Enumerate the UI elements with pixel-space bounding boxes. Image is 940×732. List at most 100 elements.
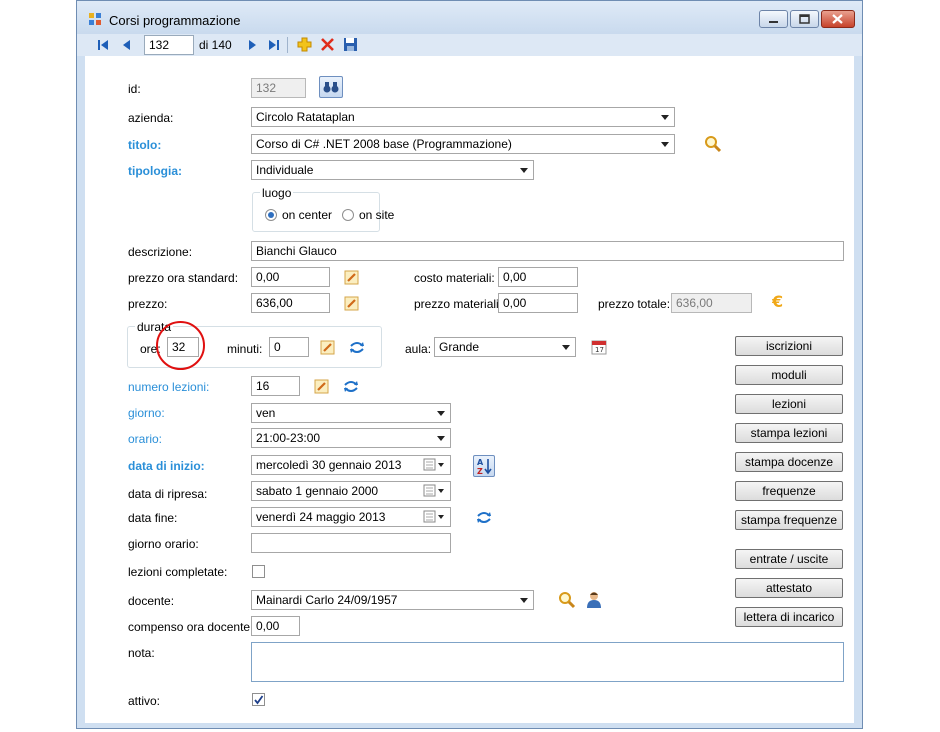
aula-combo[interactable]: Grande — [434, 337, 576, 357]
tipologia-label: tipologia: — [128, 164, 182, 178]
tipologia-combo[interactable]: Individuale — [251, 160, 534, 180]
stampa-docenze-button[interactable]: stampa docenze — [735, 452, 843, 472]
chevron-down-icon — [437, 436, 445, 441]
nota-label: nota: — [128, 646, 155, 660]
azienda-value: Circolo Ratataplan — [256, 110, 355, 124]
tipologia-value: Individuale — [256, 163, 314, 177]
numero-lezioni-label: numero lezioni: — [128, 380, 210, 394]
prezzo-materiali-label: prezzo materiali: — [414, 297, 503, 311]
prev-record-icon[interactable] — [122, 38, 132, 52]
minuti-field[interactable]: 0 — [269, 337, 309, 357]
checkmark-icon — [254, 695, 264, 705]
next-record-icon[interactable] — [247, 38, 257, 52]
euro-icon: € — [772, 292, 783, 310]
calendar-icon[interactable]: 17 — [591, 339, 607, 355]
svg-text:€: € — [772, 292, 783, 310]
docente-label: docente: — [128, 594, 175, 608]
lettera-incarico-button[interactable]: lettera di incarico — [735, 607, 843, 627]
minuti-label: minuti: — [227, 342, 263, 356]
data-inizio-value: mercoledì 30 gennaio 2013 — [256, 458, 402, 472]
data-ripresa-picker[interactable]: sabato 1 gennaio 2000 — [251, 481, 451, 501]
on-center-radio[interactable] — [265, 209, 277, 221]
chevron-down-icon — [661, 142, 669, 147]
edit-icon[interactable] — [344, 270, 359, 285]
prezzo-totale-label: prezzo totale: — [598, 297, 671, 311]
descrizione-label: descrizione: — [128, 245, 193, 259]
compenso-field[interactable]: 0,00 — [251, 616, 300, 636]
sort-dates-button[interactable]: AZ — [473, 455, 495, 477]
costo-materiali-field[interactable]: 0,00 — [498, 267, 578, 287]
nota-textarea[interactable] — [251, 642, 844, 682]
close-icon — [832, 14, 843, 24]
calendar-dropdown-icon — [423, 458, 444, 471]
titolo-combo[interactable]: Corso di C# .NET 2008 base (Programmazio… — [251, 134, 675, 154]
record-count-label: di 140 — [199, 38, 232, 52]
data-fine-value: venerdì 24 maggio 2013 — [256, 510, 386, 524]
person-icon[interactable] — [586, 591, 602, 608]
attivo-label: attivo: — [128, 694, 161, 708]
giorno-orario-field[interactable] — [251, 533, 451, 553]
data-inizio-picker[interactable]: mercoledì 30 gennaio 2013 — [251, 455, 451, 475]
refresh-icon[interactable] — [349, 340, 365, 355]
orario-combo[interactable]: 21:00-23:00 — [251, 428, 451, 448]
orario-label: orario: — [128, 432, 163, 446]
save-icon[interactable] — [343, 37, 358, 52]
data-ripresa-label: data di ripresa: — [128, 487, 208, 501]
numero-lezioni-field[interactable]: 16 — [251, 376, 300, 396]
prezzo-materiali-field[interactable]: 0,00 — [498, 293, 578, 313]
orario-value: 21:00-23:00 — [256, 431, 321, 445]
calendar-dropdown-icon — [423, 484, 444, 497]
prezzo-field[interactable]: 636,00 — [251, 293, 330, 313]
docente-combo[interactable]: Mainardi Carlo 24/09/1957 — [251, 590, 534, 610]
stampa-lezioni-button[interactable]: stampa lezioni — [735, 423, 843, 443]
app-icon — [89, 13, 101, 25]
search-id-button[interactable] — [319, 76, 343, 98]
frequenze-button[interactable]: frequenze — [735, 481, 843, 501]
maximize-button[interactable] — [790, 10, 819, 28]
edit-icon[interactable] — [314, 379, 329, 394]
binoculars-icon — [323, 82, 339, 93]
attivo-checkbox[interactable] — [252, 693, 265, 706]
attestato-button[interactable]: attestato — [735, 578, 843, 598]
refresh-icon[interactable] — [476, 510, 492, 525]
first-record-icon[interactable] — [97, 38, 109, 52]
giorno-combo[interactable]: ven — [251, 403, 451, 423]
title-bar[interactable]: Corsi programmazione — [77, 1, 862, 34]
moduli-button[interactable]: moduli — [735, 365, 843, 385]
sort-az-icon: AZ — [477, 458, 492, 475]
lezioni-button[interactable]: lezioni — [735, 394, 843, 414]
close-button[interactable] — [821, 10, 855, 28]
form-client-area: id: 132 azienda: Circolo Ratataplan tito… — [85, 56, 854, 723]
lezioni-completate-checkbox[interactable] — [252, 565, 265, 578]
edit-icon[interactable] — [320, 340, 335, 355]
on-site-radio[interactable] — [342, 209, 354, 221]
data-fine-label: data fine: — [128, 511, 178, 525]
delete-icon[interactable] — [320, 37, 335, 52]
data-fine-picker[interactable]: venerdì 24 maggio 2013 — [251, 507, 451, 527]
giorno-label: giorno: — [128, 406, 165, 420]
giorno-orario-label: giorno orario: — [128, 537, 199, 551]
id-field: 132 — [251, 78, 306, 98]
svg-text:Z: Z — [477, 467, 483, 475]
maximize-icon — [799, 14, 810, 24]
navigator-toolbar: 132 di 140 — [77, 34, 862, 56]
minimize-button[interactable] — [759, 10, 788, 28]
prezzo-totale-field: 636,00 — [671, 293, 752, 313]
descrizione-field[interactable]: Bianchi Glauco — [251, 241, 844, 261]
add-icon[interactable] — [297, 37, 312, 52]
search-icon[interactable] — [558, 591, 576, 609]
stampa-frequenze-button[interactable]: stampa frequenze — [735, 510, 843, 530]
entrate-uscite-button[interactable]: entrate / uscite — [735, 549, 843, 569]
on-site-label: on site — [359, 208, 395, 222]
refresh-icon[interactable] — [343, 379, 359, 394]
chevron-down-icon — [520, 598, 528, 603]
position-input[interactable]: 132 — [144, 35, 194, 55]
prezzo-ora-field[interactable]: 0,00 — [251, 267, 330, 287]
edit-icon[interactable] — [344, 296, 359, 311]
search-icon[interactable] — [704, 135, 722, 153]
iscrizioni-button[interactable]: iscrizioni — [735, 336, 843, 356]
compenso-label: compenso ora docente: — [128, 620, 254, 634]
app-window: Corsi programmazione 132 di 140 id: 132 … — [76, 0, 863, 729]
last-record-icon[interactable] — [268, 38, 280, 52]
azienda-combo[interactable]: Circolo Ratataplan — [251, 107, 675, 127]
